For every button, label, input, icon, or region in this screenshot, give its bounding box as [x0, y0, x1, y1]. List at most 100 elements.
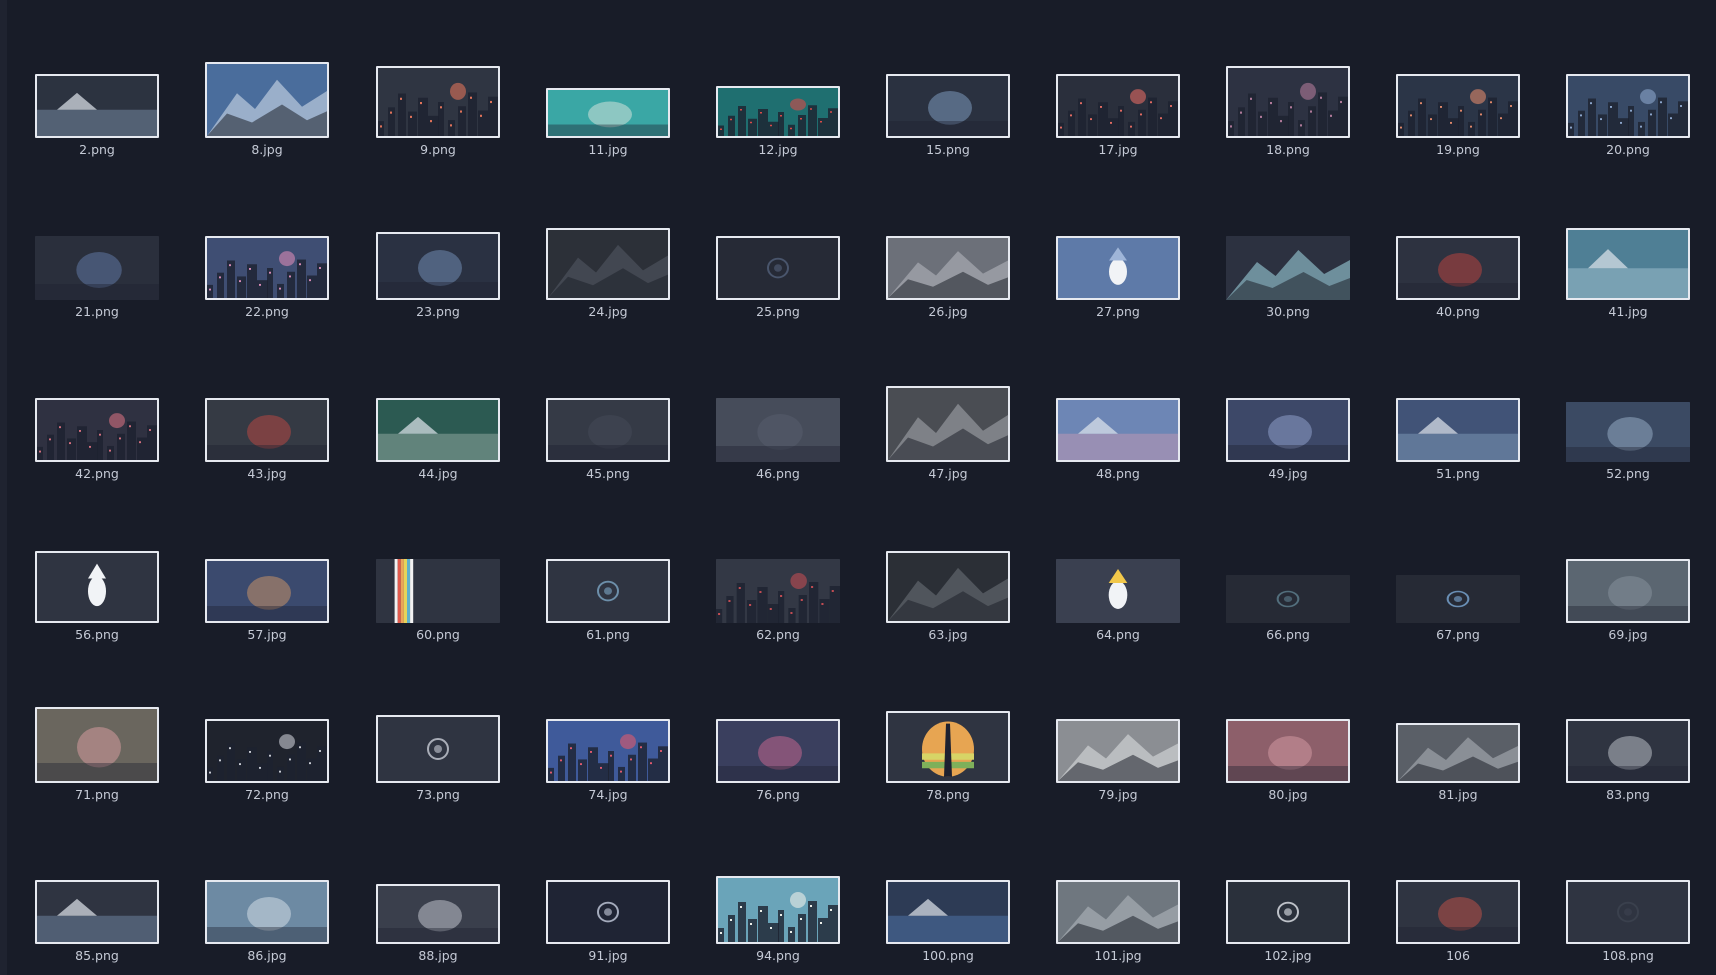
- file-thumbnail-item[interactable]: 63.jpg: [873, 551, 1023, 649]
- file-thumbnail-item[interactable]: 41.jpg: [1553, 228, 1703, 326]
- thumbnail-image[interactable]: [886, 74, 1010, 138]
- thumbnail-image[interactable]: [1226, 66, 1350, 138]
- file-thumbnail-item[interactable]: 42.png: [22, 398, 172, 488]
- file-thumbnail-item[interactable]: 30.png: [1213, 236, 1363, 326]
- thumbnail-image[interactable]: [205, 559, 329, 623]
- file-thumbnail-item[interactable]: 94.png: [703, 876, 853, 970]
- file-thumbnail-item[interactable]: 18.png: [1213, 66, 1363, 164]
- thumbnail-image[interactable]: [1056, 74, 1180, 138]
- file-thumbnail-item[interactable]: 88.jpg: [363, 884, 513, 970]
- file-thumbnail-item[interactable]: 73.png: [363, 715, 513, 809]
- file-thumbnail-item[interactable]: 66.png: [1213, 575, 1363, 649]
- file-thumbnail-item[interactable]: 85.png: [22, 880, 172, 970]
- thumbnail-image[interactable]: [1566, 228, 1690, 300]
- file-thumbnail-item[interactable]: 27.png: [1043, 236, 1193, 326]
- thumbnail-image[interactable]: [1056, 559, 1180, 623]
- file-thumbnail-item[interactable]: 80.jpg: [1213, 719, 1363, 809]
- thumbnail-image[interactable]: [1226, 575, 1350, 623]
- file-thumbnail-item[interactable]: 22.png: [192, 236, 342, 326]
- file-thumbnail-item[interactable]: 9.png: [363, 66, 513, 164]
- file-thumbnail-item[interactable]: 21.png: [22, 236, 172, 326]
- file-thumbnail-item[interactable]: 62.png: [703, 559, 853, 649]
- file-thumbnail-item[interactable]: 76.png: [703, 719, 853, 809]
- thumbnail-image[interactable]: [1056, 398, 1180, 462]
- file-thumbnail-item[interactable]: 83.png: [1553, 719, 1703, 809]
- thumbnail-image[interactable]: [1566, 74, 1690, 138]
- thumbnail-image[interactable]: [1566, 880, 1690, 944]
- file-thumbnail-item[interactable]: 61.png: [533, 559, 683, 649]
- thumbnail-image[interactable]: [1226, 880, 1350, 944]
- thumbnail-image[interactable]: [1566, 559, 1690, 623]
- file-thumbnail-item[interactable]: 24.jpg: [533, 228, 683, 326]
- thumbnail-image[interactable]: [886, 551, 1010, 623]
- file-thumbnail-item[interactable]: 71.png: [22, 707, 172, 809]
- file-thumbnail-item[interactable]: 51.png: [1383, 398, 1533, 488]
- file-thumbnail-item[interactable]: 52.png: [1553, 402, 1703, 488]
- file-thumbnail-item[interactable]: 49.jpg: [1213, 398, 1363, 488]
- thumbnail-image[interactable]: [376, 66, 500, 138]
- file-thumbnail-item[interactable]: 64.png: [1043, 559, 1193, 649]
- file-thumbnail-item[interactable]: 108.png: [1553, 880, 1703, 970]
- thumbnail-image[interactable]: [546, 559, 670, 623]
- thumbnail-image[interactable]: [886, 386, 1010, 462]
- file-thumbnail-item[interactable]: 2.png: [22, 74, 172, 164]
- thumbnail-image[interactable]: [205, 880, 329, 944]
- thumbnail-image[interactable]: [1226, 398, 1350, 462]
- thumbnail-image[interactable]: [1566, 402, 1690, 462]
- file-thumbnail-item[interactable]: 91.jpg: [533, 880, 683, 970]
- file-thumbnail-item[interactable]: 67.png: [1383, 575, 1533, 649]
- thumbnail-image[interactable]: [716, 876, 840, 944]
- thumbnail-image[interactable]: [546, 880, 670, 944]
- file-thumbnail-item[interactable]: 45.png: [533, 398, 683, 488]
- thumbnail-image[interactable]: [205, 398, 329, 462]
- file-thumbnail-item[interactable]: 60.png: [363, 559, 513, 649]
- thumbnail-image[interactable]: [205, 719, 329, 783]
- thumbnail-image[interactable]: [716, 236, 840, 300]
- thumbnail-image[interactable]: [546, 228, 670, 300]
- thumbnail-image[interactable]: [886, 711, 1010, 783]
- file-thumbnail-item[interactable]: 69.jpg: [1553, 559, 1703, 649]
- thumbnail-image[interactable]: [35, 74, 159, 138]
- thumbnail-image[interactable]: [886, 880, 1010, 944]
- thumbnail-image[interactable]: [716, 719, 840, 783]
- thumbnail-image[interactable]: [35, 236, 159, 300]
- file-thumbnail-item[interactable]: 86.jpg: [192, 880, 342, 970]
- thumbnail-image[interactable]: [35, 551, 159, 623]
- file-thumbnail-item[interactable]: 101.jpg: [1043, 880, 1193, 970]
- file-thumbnail-item[interactable]: 72.png: [192, 719, 342, 809]
- thumbnail-image[interactable]: [1056, 719, 1180, 783]
- file-thumbnail-item[interactable]: 25.png: [703, 236, 853, 326]
- file-thumbnail-item[interactable]: 100.png: [873, 880, 1023, 970]
- thumbnail-image[interactable]: [1396, 236, 1520, 300]
- file-thumbnail-item[interactable]: 40.png: [1383, 236, 1533, 326]
- thumbnail-image[interactable]: [376, 715, 500, 783]
- thumbnail-image[interactable]: [716, 559, 840, 623]
- file-thumbnail-item[interactable]: 8.jpg: [192, 62, 342, 164]
- file-thumbnail-item[interactable]: 74.jpg: [533, 719, 683, 809]
- thumbnail-image[interactable]: [886, 236, 1010, 300]
- thumbnail-image[interactable]: [376, 232, 500, 300]
- file-thumbnail-item[interactable]: 81.jpg: [1383, 723, 1533, 809]
- thumbnail-image[interactable]: [1226, 236, 1350, 300]
- thumbnail-image[interactable]: [1056, 880, 1180, 944]
- file-thumbnail-item[interactable]: 47.jpg: [873, 386, 1023, 488]
- file-thumbnail-item[interactable]: 11.jpg: [533, 88, 683, 164]
- file-thumbnail-item[interactable]: 102.jpg: [1213, 880, 1363, 970]
- thumbnail-image[interactable]: [716, 86, 840, 138]
- file-thumbnail-item[interactable]: 23.png: [363, 232, 513, 326]
- file-thumbnail-item[interactable]: 44.jpg: [363, 398, 513, 488]
- thumbnail-image[interactable]: [35, 707, 159, 783]
- thumbnail-image[interactable]: [546, 719, 670, 783]
- file-thumbnail-item[interactable]: 56.png: [22, 551, 172, 649]
- thumbnail-image[interactable]: [1396, 575, 1520, 623]
- thumbnail-image[interactable]: [546, 88, 670, 138]
- thumbnail-image[interactable]: [376, 398, 500, 462]
- file-thumbnail-item[interactable]: 12.jpg: [703, 86, 853, 164]
- file-thumbnail-item[interactable]: 17.jpg: [1043, 74, 1193, 164]
- file-thumbnail-item[interactable]: 15.png: [873, 74, 1023, 164]
- thumbnail-image[interactable]: [205, 62, 329, 138]
- file-thumbnail-item[interactable]: 43.jpg: [192, 398, 342, 488]
- thumbnail-image[interactable]: [35, 398, 159, 462]
- thumbnail-image[interactable]: [1226, 719, 1350, 783]
- file-thumbnail-item[interactable]: 79.jpg: [1043, 719, 1193, 809]
